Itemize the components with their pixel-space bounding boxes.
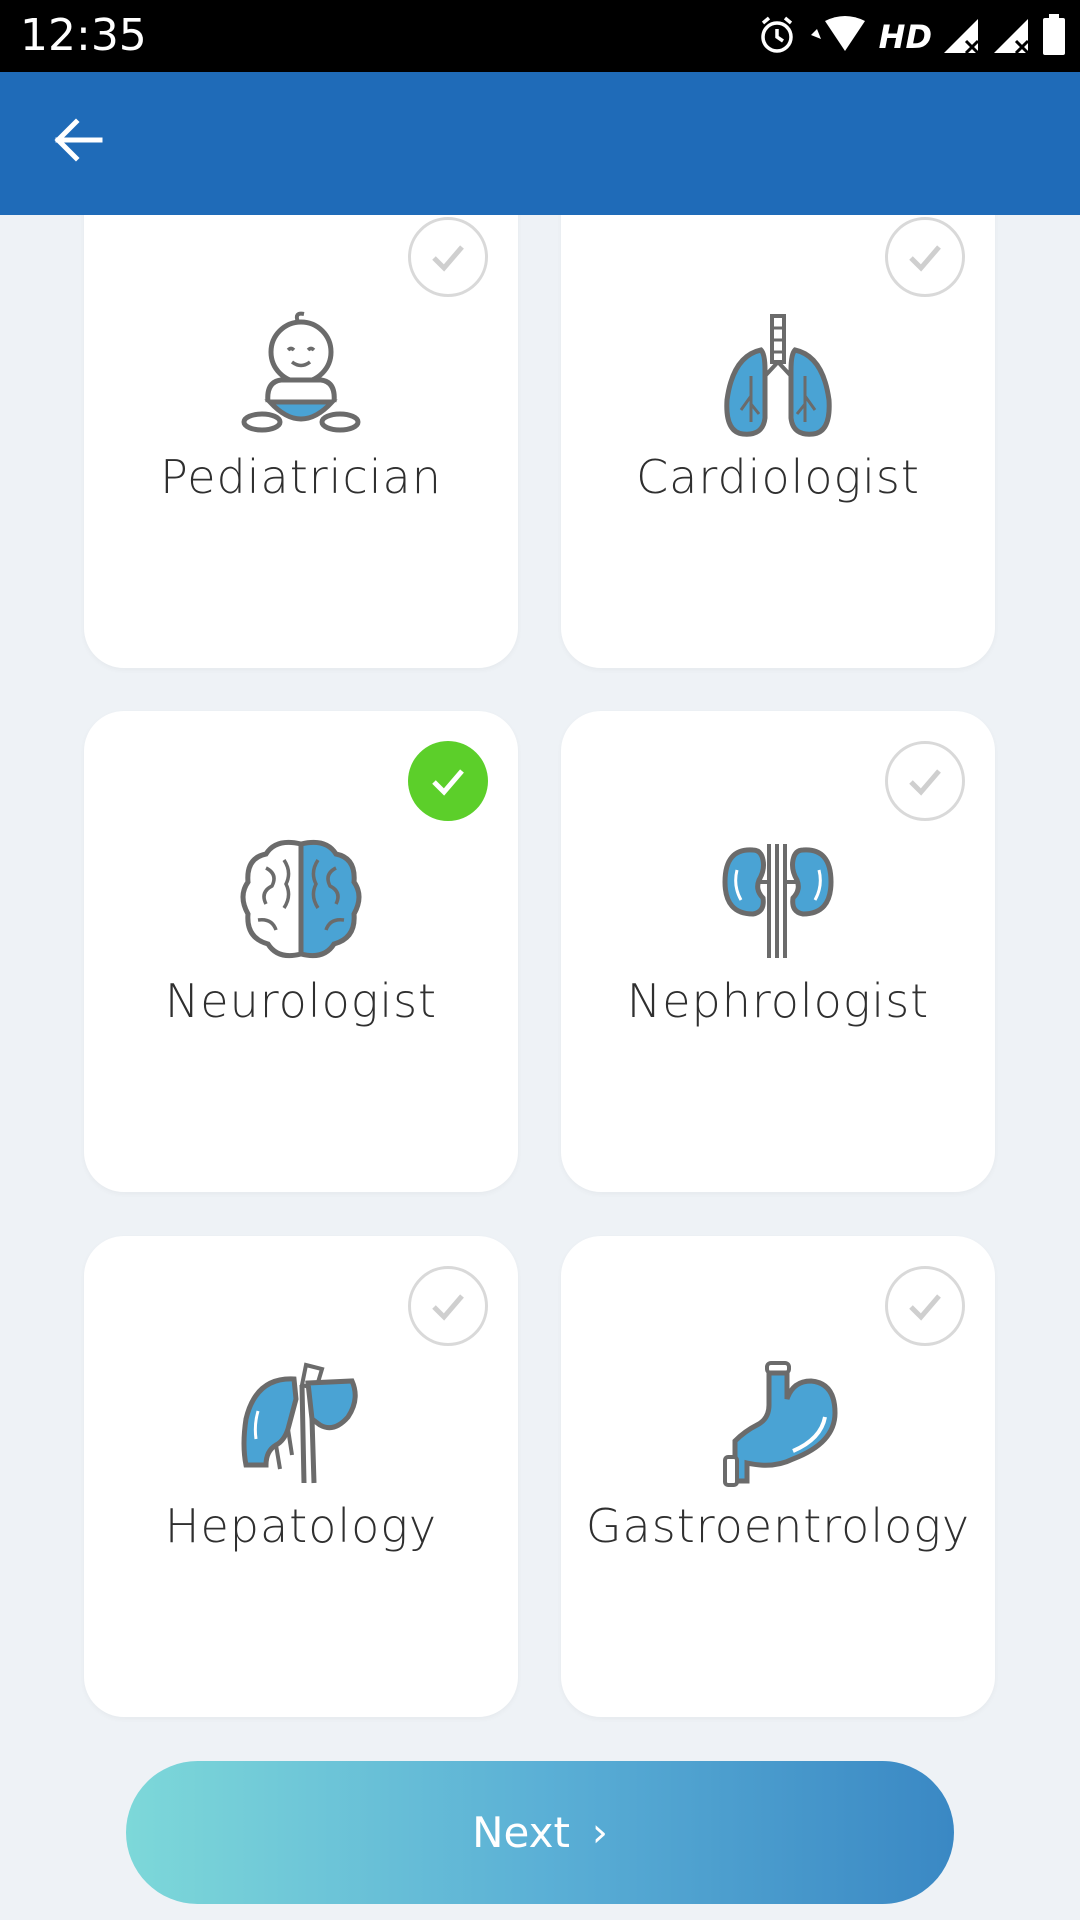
network-type: HD <box>878 18 932 56</box>
status-time: 12:35 <box>20 10 147 61</box>
signal-icon <box>942 15 982 60</box>
specialty-card-gastroentrology[interactable]: Gastroentrology <box>561 1236 995 1717</box>
battery-icon <box>1042 13 1066 61</box>
lungs-icon <box>724 314 832 437</box>
check-icon[interactable] <box>885 741 965 821</box>
status-bar: 12:35 HD <box>0 0 1080 72</box>
baby-icon <box>241 311 361 433</box>
specialty-label: Neurologist <box>164 974 438 1028</box>
next-button-label: Next <box>472 1808 570 1857</box>
next-button[interactable]: Next › <box>126 1761 954 1904</box>
specialty-card-pediatrician[interactable]: Pediatrician <box>84 215 518 668</box>
specialty-label: Nephrologist <box>626 974 930 1028</box>
kidneys-icon <box>722 844 834 958</box>
specialty-card-neurologist[interactable]: Neurologist <box>84 711 518 1192</box>
specialty-grid[interactable]: Pediatrician Cardiologist Neurologist Ne… <box>0 215 1080 1920</box>
specialty-label: Hepatology <box>164 1499 438 1553</box>
specialty-label: Gastroentrology <box>585 1499 971 1553</box>
check-icon[interactable] <box>408 1266 488 1346</box>
check-icon[interactable] <box>408 741 488 821</box>
liver-icon <box>241 1362 358 1484</box>
specialty-card-hepatology[interactable]: Hepatology <box>84 1236 518 1717</box>
back-button[interactable] <box>38 102 118 182</box>
specialty-label: Cardiologist <box>636 450 920 504</box>
app-bar <box>0 72 1080 215</box>
wifi-icon <box>807 15 869 60</box>
arrow-left-icon <box>50 112 106 173</box>
specialty-card-nephrologist[interactable]: Nephrologist <box>561 711 995 1192</box>
check-icon[interactable] <box>885 217 965 297</box>
specialty-card-cardiologist[interactable]: Cardiologist <box>561 215 995 668</box>
check-icon[interactable] <box>885 1266 965 1346</box>
brain-icon <box>240 839 362 959</box>
stomach-icon <box>723 1361 838 1487</box>
specialty-label: Pediatrician <box>160 450 442 504</box>
signal-icon <box>992 15 1032 60</box>
check-icon[interactable] <box>408 217 488 297</box>
status-icons: HD <box>757 12 1066 62</box>
chevron-right-icon: › <box>591 1809 608 1856</box>
alarm-icon <box>757 15 797 60</box>
